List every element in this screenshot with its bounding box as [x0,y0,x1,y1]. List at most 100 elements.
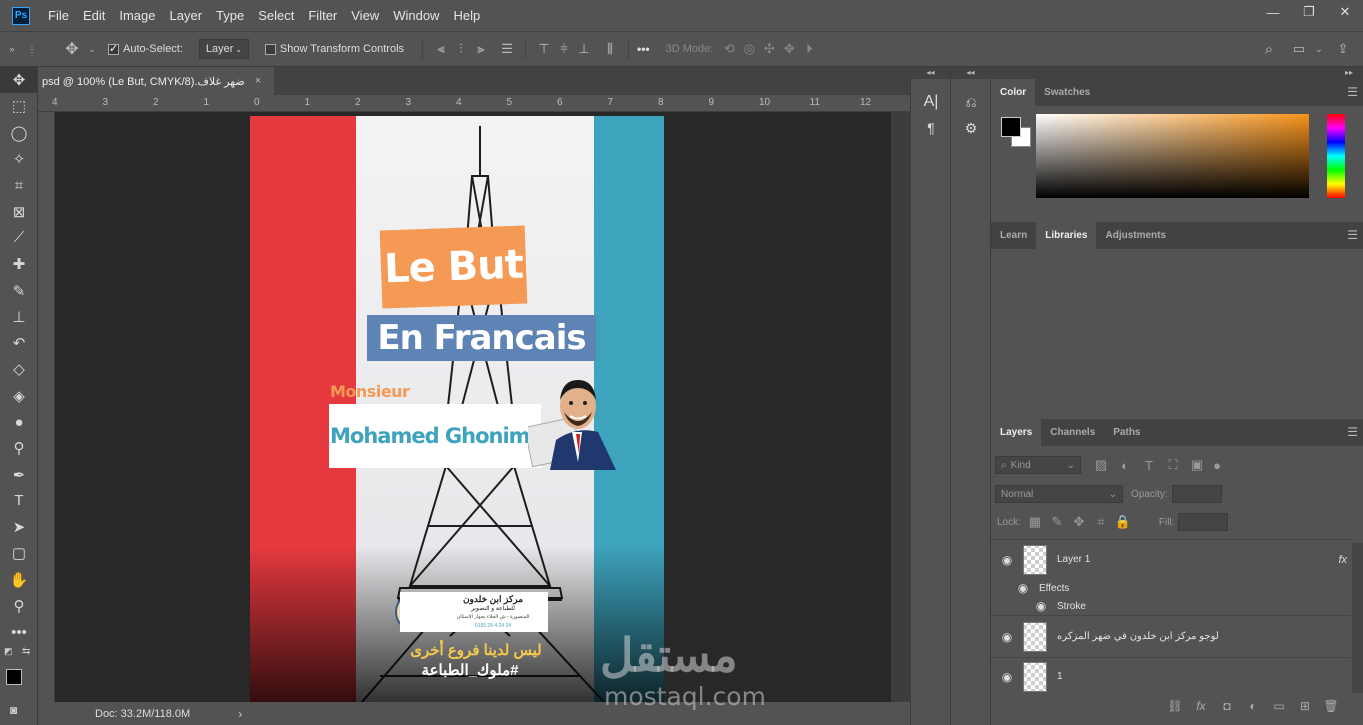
visibility-eye-icon[interactable]: ◉ [991,630,1023,644]
filter-pixel-icon[interactable]: ▨ [1091,457,1111,473]
collapse-panels-icon[interactable]: ▸▸ [990,67,1363,79]
layer-row[interactable]: ◉ 1 [991,657,1351,695]
opacity-input[interactable] [1171,485,1222,503]
tab-swatches[interactable]: Swatches [1035,79,1099,106]
tab-layers[interactable]: Layers [991,419,1042,446]
delete-layer-trash-icon[interactable]: 🗑 [1318,699,1344,713]
path-selection-tool-icon[interactable]: ➤ [0,514,38,540]
foreground-color-swatch[interactable] [1001,117,1021,137]
align-top-icon[interactable]: ⊤ [534,41,554,57]
default-colors-icon[interactable]: ◩ [4,646,13,657]
color-panel-menu-icon[interactable]: ☰ [1347,85,1358,99]
history-panel-icon[interactable]: ⎌ [951,89,991,115]
layer-row[interactable]: ◉ لوجو مركز ابن خلدون في ضهر المزكره [991,615,1351,657]
blend-mode-dropdown[interactable]: Normal ⌄ [995,485,1123,503]
workspace-chevron-down-icon[interactable]: ⌄ [1309,44,1329,55]
crop-tool-icon[interactable]: ⌗ [0,172,38,198]
menu-view[interactable]: View [351,8,379,23]
filter-adjustment-icon[interactable]: ◐ [1115,458,1135,473]
edit-toolbar-icon[interactable]: ••• [0,619,38,645]
add-style-fx-icon[interactable]: fx [1188,699,1214,713]
align-center-icon[interactable]: ⫶ [451,41,471,57]
menu-help[interactable]: Help [453,8,480,23]
properties-panel-icon[interactable]: ⚙ [951,115,991,141]
tab-adjustments[interactable]: Adjustments [1096,222,1175,249]
frame-tool-icon[interactable]: ⊠ [0,198,38,224]
new-group-folder-icon[interactable]: ▭ [1266,699,1292,713]
align-left-icon[interactable]: ⫷ [431,41,451,57]
tab-paths[interactable]: Paths [1104,419,1149,446]
layer-kind-filter-dropdown[interactable]: ⌕ Kind ⌄ [995,456,1081,474]
slide-3d-icon[interactable]: ✥ [779,41,799,57]
magic-wand-tool-icon[interactable]: ✧ [0,146,38,172]
artboard-canvas[interactable]: Le But En Francais Monsieur Mohamed Ghon… [250,116,664,702]
auto-select-checkbox[interactable] [108,42,119,55]
camera-3d-icon[interactable]: ⏵ [799,41,819,57]
visibility-eye-icon[interactable]: ◉ [1007,581,1039,595]
document-tab[interactable]: ضهر غلاف.psd @ 100% (Le But, CMYK/8) × [38,67,274,95]
lock-image-icon[interactable]: ✎ [1047,514,1067,530]
layer-effects-fx-icon[interactable]: fx [1338,554,1347,566]
restore-button[interactable]: ❐ [1291,0,1327,24]
layer-effects-row[interactable]: ◉ Effects [991,579,1351,597]
menu-layer[interactable]: Layer [170,8,203,23]
filter-shape-icon[interactable]: ⛶ [1163,457,1183,473]
align-bottom-icon[interactable]: ⊥ [574,41,594,57]
swap-colors-icon[interactable]: ⇆ [22,646,30,657]
visibility-eye-icon[interactable]: ◉ [991,670,1023,684]
type-tool-icon[interactable]: T [0,488,38,514]
tab-learn[interactable]: Learn [991,222,1036,249]
layer-stroke-row[interactable]: ◉ Stroke [991,597,1351,615]
blur-tool-icon[interactable]: ● [0,409,38,435]
menu-window[interactable]: Window [393,8,439,23]
tab-color[interactable]: Color [991,79,1036,106]
more-options-icon[interactable]: ••• [637,42,650,56]
distribute-icon[interactable]: ☰ [497,41,517,57]
eraser-tool-icon[interactable]: ◇ [0,356,38,382]
lock-transparent-icon[interactable]: ▦ [1025,514,1045,530]
character-panel-icon[interactable]: A| [911,89,951,115]
fill-input[interactable] [1178,513,1229,531]
auto-select-target-dropdown[interactable]: Layer ⌄ [198,39,249,59]
pan-3d-icon[interactable]: ✣ [759,41,779,57]
layer-row[interactable]: ◉ Layer 1 fx [991,539,1351,579]
expand-panels-icon[interactable]: ◂◂ [911,67,950,79]
roll-3d-icon[interactable]: ◎ [739,41,759,57]
share-icon[interactable]: ⇪ [1333,41,1353,57]
rectangle-tool-icon[interactable]: ▢ [0,540,38,566]
tab-libraries[interactable]: Libraries [1036,222,1097,249]
auto-select-option[interactable]: Auto-Select: [108,42,183,55]
lock-position-icon[interactable]: ✥ [1069,514,1089,530]
vertical-scrollbar[interactable] [891,112,910,702]
filter-type-icon[interactable]: T [1139,458,1159,473]
transform-controls-checkbox[interactable] [264,43,276,55]
libraries-panel-menu-icon[interactable]: ☰ [1347,228,1358,242]
menu-type[interactable]: Type [216,8,244,23]
link-layers-icon[interactable]: ⛓ [1162,699,1188,713]
color-spectrum-field[interactable] [1036,114,1309,198]
minimize-button[interactable]: — [1255,0,1291,24]
align-right-icon[interactable]: ⫸ [471,41,491,57]
layers-scrollbar[interactable] [1352,543,1363,693]
menu-file[interactable]: File [48,8,69,23]
search-icon[interactable]: ⌕ [1259,41,1279,58]
move-tool-icon[interactable]: ✥ [62,39,82,59]
document-tab-close-icon[interactable]: × [255,75,261,87]
history-brush-tool-icon[interactable]: ↶ [0,330,38,356]
hue-slider[interactable] [1327,114,1345,198]
panel-collapse-icon[interactable]: » [2,44,22,54]
status-menu-chevron-icon[interactable]: › [238,707,242,721]
lasso-tool-icon[interactable]: ◯ [0,120,38,146]
move-tool-icon[interactable]: ✥ [0,67,38,94]
lock-all-icon[interactable]: 🔒 [1113,514,1133,530]
menu-edit[interactable]: Edit [83,8,105,23]
new-adjustment-icon[interactable]: ◐ [1240,699,1266,713]
brush-tool-icon[interactable]: ✎ [0,277,38,303]
tool-preset-chevron-down-icon[interactable]: ⌄ [82,44,102,55]
paint-bucket-tool-icon[interactable]: ◈ [0,383,38,409]
new-layer-icon[interactable]: ⊞ [1292,699,1318,713]
visibility-eye-icon[interactable]: ◉ [991,553,1023,567]
foreground-color-swatch[interactable] [6,669,22,685]
marquee-tool-icon[interactable]: ⬚ [0,93,38,119]
clone-stamp-tool-icon[interactable]: ⊥ [0,304,38,330]
